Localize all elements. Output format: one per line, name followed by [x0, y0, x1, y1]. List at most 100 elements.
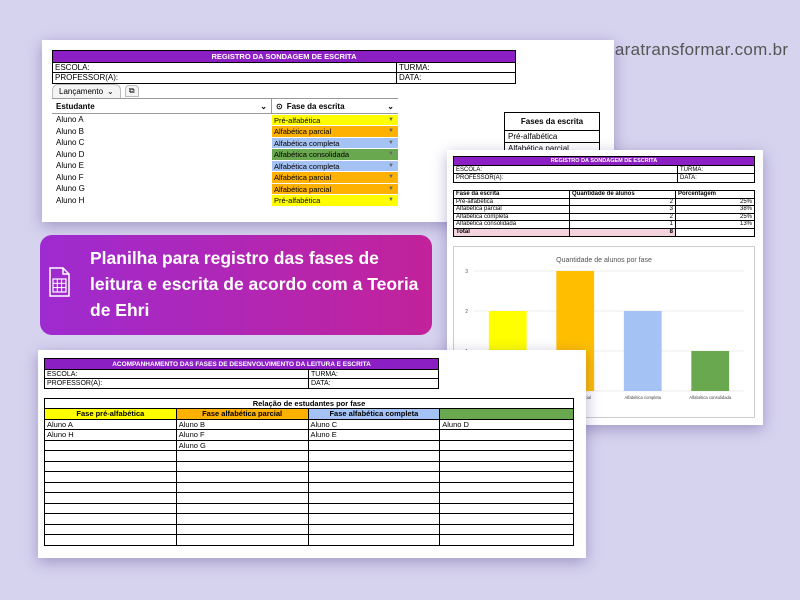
student-cell[interactable]: [308, 514, 441, 525]
tab-label: Lançamento: [59, 87, 104, 96]
phase-column-label: Fase da escrita: [286, 101, 345, 111]
qty-header: Quantidade de alunos: [570, 191, 676, 199]
student-cell[interactable]: [45, 440, 177, 451]
phase-dropdown[interactable]: Pré-alfabética ▼: [272, 195, 398, 206]
student-cell[interactable]: [440, 514, 574, 525]
relation-table-title: Relação de estudantes por fase: [45, 399, 574, 409]
student-cell[interactable]: Aluno G: [176, 440, 309, 451]
student-cell[interactable]: [308, 482, 441, 493]
sheet2-header: ACOMPANHAMENTO DAS FASES DE DESENVOLVIME…: [44, 358, 439, 389]
professor-field[interactable]: PROFESSOR(A):: [45, 379, 309, 388]
data-field[interactable]: DATA:: [309, 379, 438, 388]
student-cell[interactable]: [440, 535, 574, 546]
phase-value: Alfabética parcial: [274, 184, 332, 194]
table-row: Aluno A Pré-alfabética ▼: [52, 114, 398, 126]
escola-field[interactable]: ESCOLA:: [45, 370, 309, 379]
professor-field[interactable]: PROFESSOR(A):: [454, 174, 678, 182]
student-cell[interactable]: [308, 493, 441, 504]
student-cell[interactable]: [176, 524, 309, 535]
student-cell[interactable]: Aluno E: [52, 160, 272, 172]
student-cell[interactable]: [176, 461, 309, 472]
student-cell[interactable]: [308, 451, 441, 462]
student-cell[interactable]: Aluno A: [45, 419, 177, 430]
student-column-header[interactable]: Estudante ⌄: [52, 99, 272, 113]
student-cell[interactable]: [308, 472, 441, 483]
student-cell[interactable]: [308, 461, 441, 472]
student-cell[interactable]: [176, 514, 309, 525]
dropdown-circle-icon: ⊙: [276, 101, 283, 111]
student-cell[interactable]: [45, 535, 177, 546]
student-cell[interactable]: Aluno B: [176, 419, 309, 430]
table-row: Aluno G Alfabética parcial ▼: [52, 183, 398, 195]
data-field[interactable]: DATA:: [678, 174, 754, 182]
student-cell[interactable]: [440, 461, 574, 472]
data-field[interactable]: DATA:: [397, 73, 515, 83]
student-cell[interactable]: Aluno A: [52, 114, 272, 126]
student-cell[interactable]: Aluno E: [308, 430, 441, 441]
student-cell[interactable]: Aluno D: [52, 149, 272, 161]
table-row: Aluno H Pré-alfabética ▼: [52, 195, 398, 207]
relation-table-header: Fase pré-alfabética Fase alfabética parci…: [45, 409, 574, 420]
turma-field[interactable]: TURMA:: [397, 63, 515, 73]
student-cell[interactable]: Aluno H: [52, 195, 272, 207]
escola-field[interactable]: ESCOLA:: [53, 63, 397, 73]
student-cell[interactable]: [440, 451, 574, 462]
phase-dropdown[interactable]: Pré-alfabética ▼: [272, 114, 398, 125]
student-cell[interactable]: [440, 430, 574, 441]
student-cell[interactable]: Aluno F: [52, 172, 272, 184]
sheet3-header: REGISTRO DA SONDAGEM DE ESCRITA ESCOLA: …: [453, 156, 755, 183]
student-cell[interactable]: Aluno G: [52, 183, 272, 195]
phase-dropdown[interactable]: Alfabética parcial ▼: [272, 183, 398, 194]
student-cell[interactable]: [176, 503, 309, 514]
student-cell[interactable]: [308, 440, 441, 451]
student-cell[interactable]: Aluno C: [308, 419, 441, 430]
y-tick-label: 3: [465, 269, 468, 275]
student-cell[interactable]: [308, 535, 441, 546]
escola-field[interactable]: ESCOLA:: [454, 166, 678, 174]
phase-dropdown[interactable]: Alfabética completa ▼: [272, 160, 398, 171]
student-cell[interactable]: Aluno B: [52, 126, 272, 138]
student-cell[interactable]: Aluno H: [45, 430, 177, 441]
student-cell[interactable]: [45, 493, 177, 504]
student-cell[interactable]: [45, 482, 177, 493]
bar: [623, 311, 662, 391]
phase-dropdown[interactable]: Alfabética completa ▼: [272, 137, 398, 148]
student-cell[interactable]: [176, 451, 309, 462]
student-cell[interactable]: [176, 535, 309, 546]
student-cell[interactable]: [440, 482, 574, 493]
student-cell[interactable]: [440, 524, 574, 535]
student-cell[interactable]: [176, 493, 309, 504]
student-cell[interactable]: [45, 503, 177, 514]
dropdown-arrow-icon: ▼: [388, 139, 394, 146]
student-cell[interactable]: [440, 493, 574, 504]
table-row: [45, 503, 574, 514]
professor-field[interactable]: PROFESSOR(A):: [53, 73, 397, 83]
student-cell[interactable]: [45, 472, 177, 483]
turma-field[interactable]: TURMA:: [678, 166, 754, 174]
tab-lancamento[interactable]: Lançamento ⌄: [52, 84, 121, 98]
phase-column-header[interactable]: ⊙ Fase da escrita ⌄: [272, 99, 398, 113]
student-cell[interactable]: [440, 503, 574, 514]
student-cell[interactable]: [308, 524, 441, 535]
student-cell[interactable]: [45, 451, 177, 462]
student-cell[interactable]: [45, 461, 177, 472]
student-cell[interactable]: [176, 482, 309, 493]
turma-field[interactable]: TURMA:: [309, 370, 438, 379]
phase-cell: Alfabética completa: [454, 213, 570, 221]
student-cell[interactable]: [176, 472, 309, 483]
student-cell[interactable]: Aluno D: [440, 419, 574, 430]
phase-dropdown[interactable]: Alfabética parcial ▼: [272, 126, 398, 137]
student-cell[interactable]: [45, 524, 177, 535]
student-cell[interactable]: Aluno C: [52, 137, 272, 149]
dropdown-arrow-icon: ▼: [388, 197, 394, 203]
student-cell[interactable]: Aluno F: [176, 430, 309, 441]
phase-dropdown[interactable]: Alfabética consolidada ▼: [272, 149, 398, 160]
student-cell[interactable]: [440, 472, 574, 483]
student-cell[interactable]: [45, 514, 177, 525]
student-cell[interactable]: [308, 503, 441, 514]
phase-value: Alfabética completa: [274, 138, 340, 148]
table-row: Aluno G: [45, 440, 574, 451]
student-cell[interactable]: [440, 440, 574, 451]
phase-dropdown[interactable]: Alfabética parcial ▼: [272, 172, 398, 183]
copy-icon[interactable]: ⧉: [124, 85, 139, 97]
